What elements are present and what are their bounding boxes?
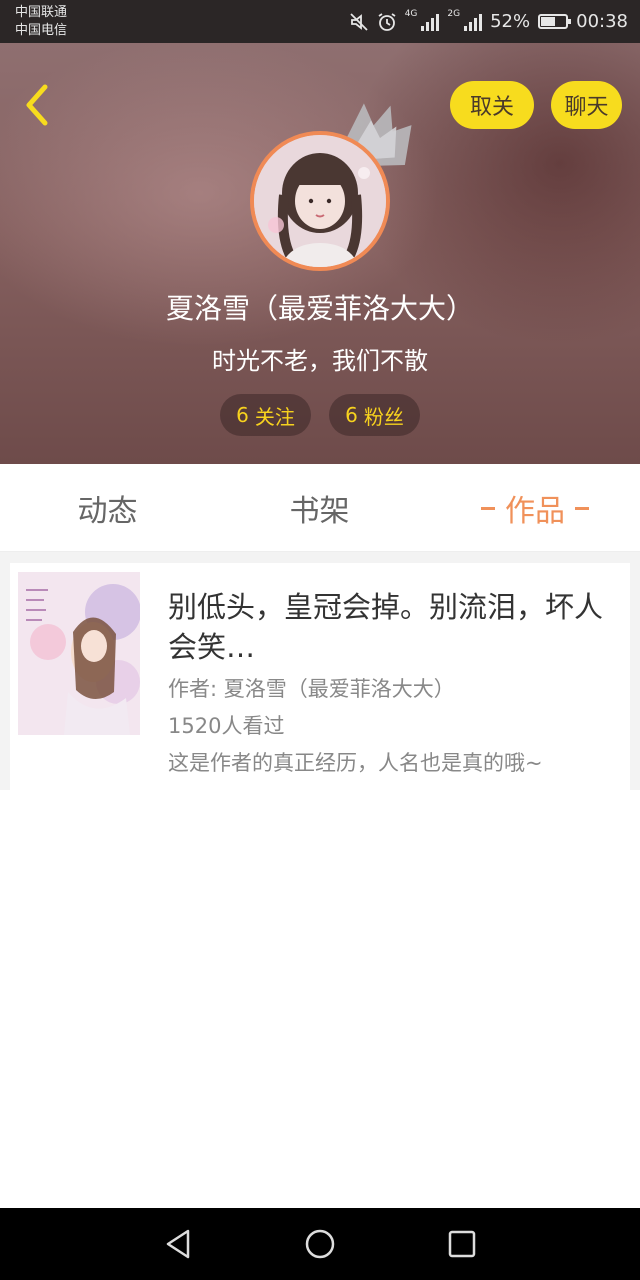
fans-stat[interactable]: 6 粉丝: [329, 394, 420, 436]
chevron-left-icon: [26, 84, 48, 126]
tab-dynamic[interactable]: 动态: [40, 464, 175, 552]
alarm-icon: [378, 12, 396, 31]
network-type-1: 4G: [404, 9, 418, 19]
book-description: 这是作者的真正经历，人名也是真的哦~: [168, 751, 543, 775]
list-item[interactable]: 别低头，皇冠会掉。别流泪，坏人会笑… 作者: 夏洛雪（最爱菲洛大大） 1520人…: [10, 563, 630, 790]
back-button[interactable]: [14, 83, 58, 127]
nav-back-button[interactable]: [156, 1222, 200, 1266]
works-list: 别低头，皇冠会掉。别流泪，坏人会笑… 作者: 夏洛雪（最爱菲洛大大） 1520人…: [0, 552, 640, 790]
mute-icon: [350, 12, 368, 31]
carrier-1: 中国联通: [15, 5, 68, 20]
carrier-2: 中国电信: [15, 23, 68, 38]
nav-home-button[interactable]: [298, 1222, 342, 1266]
following-label: 关注: [254, 404, 295, 429]
battery-icon: [538, 14, 572, 29]
book-author: 作者: 夏洛雪（最爱菲洛大大）: [168, 677, 455, 701]
book-view-count: 1520人看过: [168, 714, 285, 738]
following-count: 6: [236, 403, 249, 427]
avatar-image: [254, 135, 386, 267]
unfollow-button[interactable]: 取关: [450, 81, 534, 129]
square-recent-icon: [448, 1230, 476, 1258]
chat-button[interactable]: 聊天: [551, 81, 622, 129]
triangle-back-icon: [166, 1229, 190, 1259]
tab-works-label: 作品: [505, 494, 565, 529]
active-tab-dash-right: [575, 506, 589, 510]
fans-count: 6: [345, 403, 358, 427]
following-stat[interactable]: 6 关注: [220, 394, 311, 436]
tab-works[interactable]: 作品: [460, 464, 610, 552]
signal-icon-2: [464, 13, 483, 31]
nav-recent-button[interactable]: [440, 1222, 484, 1266]
avatar[interactable]: [250, 131, 390, 271]
clock: 00:38: [576, 11, 628, 32]
tab-bookshelf[interactable]: 书架: [252, 464, 387, 552]
book-cover: [18, 572, 140, 735]
signal-icon-1: [421, 13, 440, 31]
book-title: 别低头，皇冠会掉。别流泪，坏人会笑…: [168, 590, 604, 664]
battery-percent: 52%: [490, 11, 531, 32]
profile-signature: 时光不老，我们不散: [212, 347, 428, 375]
active-tab-dash-left: [481, 506, 495, 510]
circle-home-icon: [305, 1229, 335, 1259]
profile-tabs: 动态 书架 作品: [0, 464, 640, 552]
book-cover-image: [18, 572, 140, 735]
status-icons: 4G 2G 52% 00:38: [349, 0, 628, 43]
system-nav-bar: [0, 1208, 640, 1280]
network-type-2: 2G: [447, 9, 461, 19]
profile-header: 取关 聊天 夏洛雪（最爱菲洛大大） 时光不老，我们不散 6 关注 6 粉丝: [0, 43, 640, 464]
fans-label: 粉丝: [363, 404, 404, 429]
display-name: 夏洛雪（最爱菲洛大大）: [165, 292, 474, 325]
status-bar: 中国联通 中国电信 4G 2G 52% 00:38: [0, 0, 640, 43]
